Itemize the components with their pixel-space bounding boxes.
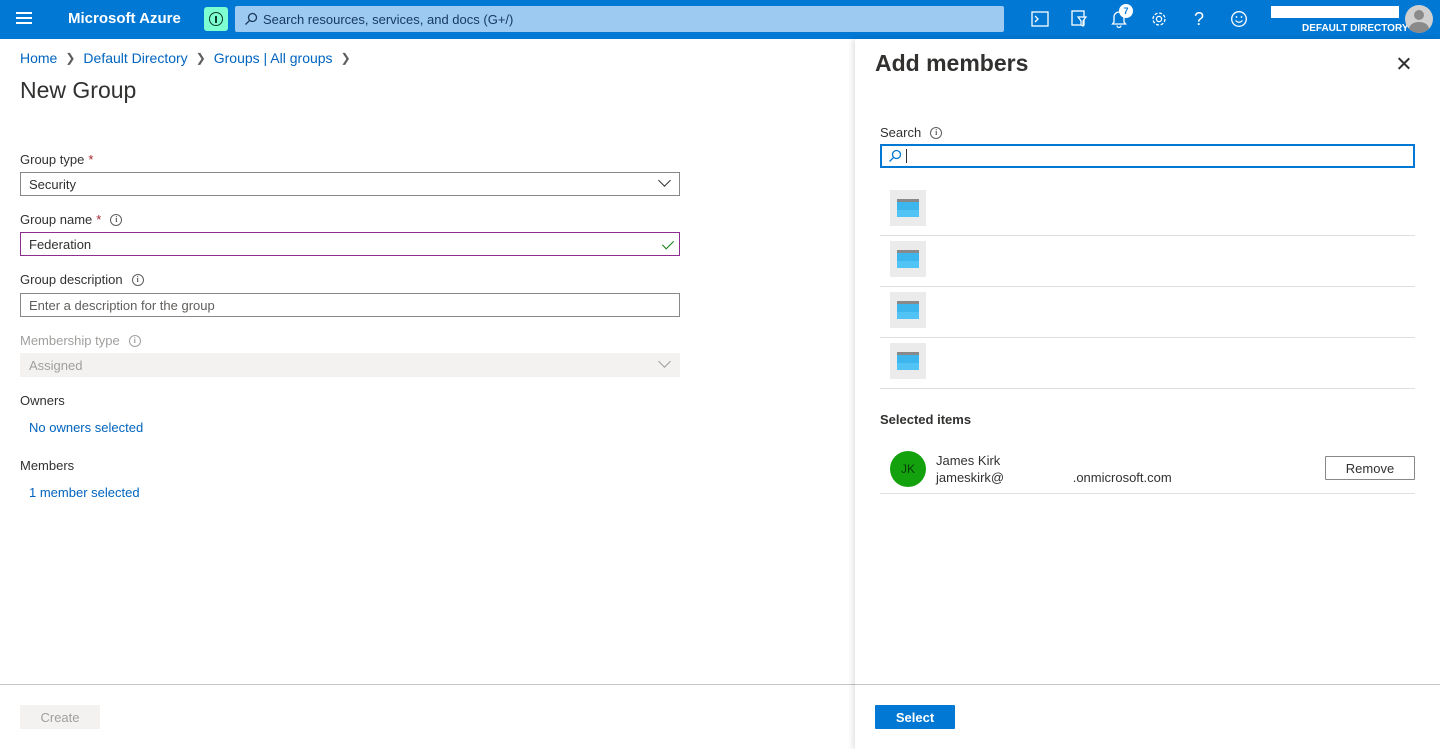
search-icon — [888, 149, 902, 166]
chevron-right-icon: ❯ — [195, 51, 206, 65]
new-group-blade: Home ❯ Default Directory ❯ Groups | All … — [0, 39, 855, 749]
chevron-down-icon — [658, 174, 671, 187]
group-name-value: Federation — [29, 236, 92, 252]
text-caret — [906, 149, 907, 163]
search-label: Search i — [880, 125, 943, 140]
membership-type-value: Assigned — [29, 357, 83, 373]
chevron-right-icon: ❯ — [65, 51, 76, 65]
group-name-field[interactable]: Federation — [20, 232, 680, 256]
add-members-panel: Add members Search i Selected items JK J… — [855, 39, 1440, 749]
selected-item-row: JK James Kirk jameskirk@ .onmicrosoft.co… — [880, 442, 1415, 494]
feedback-icon[interactable] — [1227, 8, 1251, 30]
info-icon[interactable]: i — [930, 126, 943, 139]
close-icon[interactable] — [1396, 56, 1412, 72]
directory-filter-icon[interactable] — [1067, 8, 1091, 30]
members-link[interactable]: 1 member selected — [29, 485, 140, 500]
chevron-down-icon — [658, 355, 671, 368]
owners-link[interactable]: No owners selected — [29, 420, 143, 435]
group-description-label: Group description i — [20, 272, 144, 287]
top-navigation-bar: Microsoft Azure 7 ? DEFAULT DIRECTORY — [0, 0, 1440, 39]
required-asterisk: * — [88, 152, 94, 167]
membership-type-dropdown: Assigned — [20, 353, 680, 377]
breadcrumb-home[interactable]: Home — [20, 50, 57, 66]
group-type-value: Security — [29, 176, 76, 192]
global-search-bar[interactable] — [235, 6, 1004, 32]
group-type-dropdown[interactable]: Security — [20, 172, 680, 196]
breadcrumb-groups[interactable]: Groups | All groups — [214, 50, 333, 66]
account-name-redacted[interactable] — [1271, 6, 1399, 18]
application-icon — [890, 292, 926, 328]
brand-title[interactable]: Microsoft Azure — [68, 10, 181, 27]
group-description-field[interactable]: Enter a description for the group — [20, 293, 680, 317]
membership-type-label: Membership type i — [20, 333, 141, 348]
page-title: New Group — [20, 77, 137, 103]
select-button[interactable]: Select — [875, 705, 955, 729]
selected-user-name: James Kirk — [936, 453, 1001, 468]
settings-icon[interactable] — [1147, 8, 1171, 30]
selected-items-title: Selected items — [880, 412, 972, 427]
blade-footer: Create — [0, 684, 855, 749]
notification-count-badge: 7 — [1119, 4, 1133, 18]
breadcrumb: Home ❯ Default Directory ❯ Groups | All … — [20, 50, 359, 66]
menu-icon[interactable] — [16, 12, 32, 26]
upgrade-icon[interactable] — [204, 7, 228, 31]
group-type-label: Group type * — [20, 152, 93, 167]
group-description-placeholder: Enter a description for the group — [29, 297, 215, 313]
group-type-label-text: Group type — [20, 152, 85, 167]
chevron-right-icon: ❯ — [340, 51, 351, 65]
member-search-box[interactable] — [880, 144, 1415, 168]
help-icon[interactable]: ? — [1187, 8, 1211, 30]
group-name-label: Group name * i — [20, 212, 123, 227]
group-name-label-text: Group name — [20, 212, 93, 227]
panel-title: Add members — [875, 50, 1029, 76]
panel-footer: Select — [855, 684, 1440, 749]
info-icon[interactable]: i — [128, 334, 141, 347]
selected-user-email: jameskirk@ .onmicrosoft.com — [936, 470, 1172, 485]
info-icon[interactable]: i — [131, 273, 144, 286]
required-asterisk: * — [96, 212, 102, 227]
application-icon — [890, 343, 926, 379]
search-result-row[interactable] — [880, 287, 1415, 338]
account-directory[interactable]: DEFAULT DIRECTORY — [1302, 23, 1408, 34]
search-icon — [244, 12, 258, 29]
owners-label: Owners — [20, 393, 65, 408]
info-icon[interactable]: i — [110, 213, 123, 226]
search-result-row[interactable] — [880, 236, 1415, 287]
user-initials-avatar: JK — [890, 451, 926, 487]
create-button[interactable]: Create — [20, 705, 100, 729]
cloud-shell-icon[interactable] — [1028, 8, 1052, 30]
group-description-label-text: Group description — [20, 272, 123, 287]
search-result-row[interactable] — [880, 338, 1415, 389]
application-icon — [890, 241, 926, 277]
application-icon — [890, 190, 926, 226]
members-label: Members — [20, 458, 75, 473]
member-search-input[interactable] — [910, 146, 1410, 166]
remove-button[interactable]: Remove — [1325, 456, 1415, 480]
checkmark-icon — [661, 237, 675, 250]
breadcrumb-default-directory[interactable]: Default Directory — [83, 50, 187, 66]
avatar[interactable] — [1405, 5, 1433, 33]
search-label-text: Search — [880, 125, 922, 140]
global-search-input[interactable] — [263, 6, 993, 32]
membership-type-label-text: Membership type — [20, 333, 120, 348]
search-result-row[interactable] — [880, 185, 1415, 236]
